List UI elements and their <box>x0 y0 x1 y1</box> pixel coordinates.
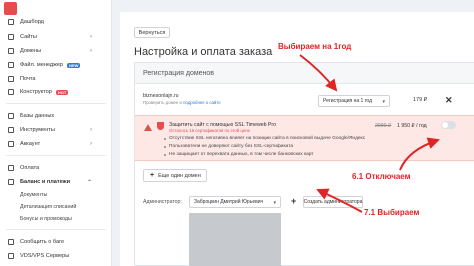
hot-badge: HOT <box>55 89 69 95</box>
ssl-new-price: 1 950 ₽ / год <box>397 123 427 129</box>
server-icon <box>8 253 14 259</box>
sidebar-item-payment[interactable]: Оплата <box>0 162 112 174</box>
shield-icon <box>157 122 164 130</box>
divider <box>6 155 106 156</box>
chevron-right-icon: › <box>90 48 92 54</box>
domain-row: biznesonlajn.ru Проверить домен и подроб… <box>143 91 473 113</box>
plus-icon: + <box>150 172 155 179</box>
sidebar: Дашборд Сайты › Домены › Файл. менеджер NEW… <box>0 0 112 266</box>
add-domain-button[interactable]: + Еще один домен <box>143 169 207 182</box>
chevron-down-icon: ▾ <box>273 200 276 206</box>
warning-icon <box>144 124 152 131</box>
sidebar-item-account[interactable]: Аккаунт › <box>0 138 112 150</box>
ssl-line: Не защищает от перехвата данных, в том ч… <box>164 152 314 157</box>
payment-icon <box>8 165 14 171</box>
domain-registration-card: Регистрация доменов biznesonlajn.ru Пров… <box>134 62 474 266</box>
sidebar-item-constructor[interactable]: Конструктор HOT <box>0 86 112 98</box>
folder-icon <box>8 62 14 68</box>
domain-details-link[interactable]: подробнее о сайте <box>183 100 221 105</box>
plus-icon[interactable]: + <box>291 195 296 207</box>
period-select[interactable]: Регистрация на 1 год ▾ <box>318 95 390 107</box>
ssl-offer: Защитить сайт с помощью SSL Timeweb Pro … <box>135 115 474 161</box>
domain-name: biznesonlajn.ru <box>143 93 179 99</box>
sidebar-subitem-bonuses[interactable]: Бонусы и промокоды <box>0 213 112 225</box>
sidebar-item-mail[interactable]: Почта <box>0 73 112 85</box>
globe-icon <box>8 48 14 54</box>
admin-label: Администратор: <box>143 199 182 205</box>
logo <box>4 2 17 15</box>
dashboard-icon <box>8 19 14 25</box>
sidebar-item-balance[interactable]: Баланс и платежи ⌃ <box>0 176 112 188</box>
sidebar-item-report-bug[interactable]: Сообщить о баге <box>0 236 112 248</box>
annotation-1: Выбираем на 1год <box>278 42 352 51</box>
chevron-right-icon: › <box>90 127 92 133</box>
bug-icon <box>8 239 14 245</box>
ssl-subtitle: Осталось 15 сертификатов по этой цене <box>169 128 250 133</box>
divider <box>6 229 106 230</box>
mail-icon <box>8 76 14 82</box>
page-title: Настройка и оплата заказа <box>134 46 273 58</box>
domain-price: 179 ₽ <box>413 97 428 103</box>
domain-note: Проверить домен и подробнее о сайте <box>143 100 221 105</box>
sidebar-subitem-documents[interactable]: Документы <box>0 189 112 201</box>
ssl-line: Отсутствие SSL негативно влияет на позиц… <box>163 136 366 141</box>
chevron-down-icon: ▾ <box>382 99 385 105</box>
chevron-up-icon: ⌃ <box>86 180 92 186</box>
chevron-right-icon: › <box>90 141 92 147</box>
sidebar-item-tools[interactable]: Инструменты › <box>0 124 112 136</box>
wallet-icon <box>8 179 14 185</box>
sidebar-item-domains[interactable]: Домены › <box>0 45 112 57</box>
ssl-toggle[interactable] <box>441 121 456 129</box>
admin-row: Администратор: Заброцкин Дмитрий Юрьевич… <box>143 195 473 215</box>
sidebar-item-vds[interactable]: VDS/VPS Серверы <box>0 250 112 262</box>
admin-details-blurred <box>189 213 281 266</box>
sidebar-item-sites[interactable]: Сайты › <box>0 31 112 43</box>
ssl-old-price: 2990 ₽ <box>375 123 392 129</box>
annotation-3: 7.1 Выбираем <box>364 208 420 217</box>
create-admin-button[interactable]: Создать администратора <box>303 196 363 208</box>
account-icon <box>8 141 14 147</box>
sidebar-item-file-manager[interactable]: Файл. менеджер NEW <box>0 59 112 71</box>
divider <box>6 103 106 104</box>
back-button[interactable]: Вернуться <box>134 27 170 38</box>
chevron-right-icon: › <box>90 34 92 40</box>
tools-icon <box>8 127 14 133</box>
admin-select[interactable]: Заброцкин Дмитрий Юрьевич ▾ <box>189 196 281 208</box>
database-icon <box>8 113 14 119</box>
section-title: Регистрация доменов <box>135 63 474 84</box>
constructor-icon <box>8 89 14 95</box>
ssl-line: Пользователи не доверяют сайту без SSL-с… <box>163 144 294 149</box>
new-badge: NEW <box>67 62 81 68</box>
remove-domain-button[interactable]: ✕ <box>445 95 453 105</box>
sites-icon <box>8 34 14 40</box>
sidebar-item-dashboard[interactable]: Дашборд <box>0 16 112 28</box>
sidebar-subitem-charges[interactable]: Детализация списаний <box>0 201 112 213</box>
sidebar-item-databases[interactable]: Базы данных <box>0 110 112 122</box>
annotation-2: 6.1 Отключаем <box>352 172 411 181</box>
